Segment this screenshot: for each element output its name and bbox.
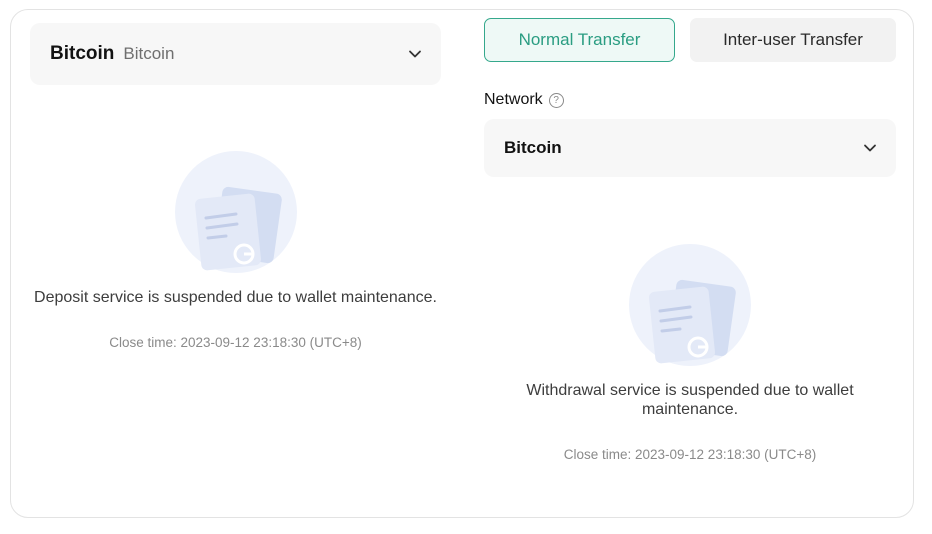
network-value: Bitcoin [504,138,562,157]
coin-select-dropdown[interactable]: Bitcoin Bitcoin [30,23,441,85]
tab-inter-user-transfer[interactable]: Inter-user Transfer [690,18,896,62]
withdraw-empty-state: Withdrawal service is suspended due to w… [484,243,896,462]
deposit-close-time: Close time: 2023-09-12 23:18:30 (UTC+8) [109,335,362,350]
withdraw-close-time: Close time: 2023-09-12 23:18:30 (UTC+8) [563,447,817,462]
network-select-dropdown[interactable]: Bitcoin [484,119,896,177]
chevron-down-icon [409,50,421,58]
deposit-suspended-message: Deposit service is suspended due to wall… [34,289,437,306]
network-label-text: Network [484,91,543,108]
empty-document-icon [174,151,297,273]
tab-normal-transfer[interactable]: Normal Transfer [484,18,675,62]
coin-name: Bitcoin [123,44,175,63]
coin-symbol: Bitcoin [50,43,115,64]
empty-document-icon [629,244,751,366]
transfer-type-tabs: Normal Transfer Inter-user Transfer [484,18,896,62]
withdraw-suspended-message: Withdrawal service is suspended due to w… [526,382,854,418]
chevron-down-icon [864,144,876,152]
deposit-empty-state: Deposit service is suspended due to wall… [30,150,441,350]
help-circle-icon[interactable]: ? [548,92,564,108]
network-label: Network ? [484,91,564,109]
